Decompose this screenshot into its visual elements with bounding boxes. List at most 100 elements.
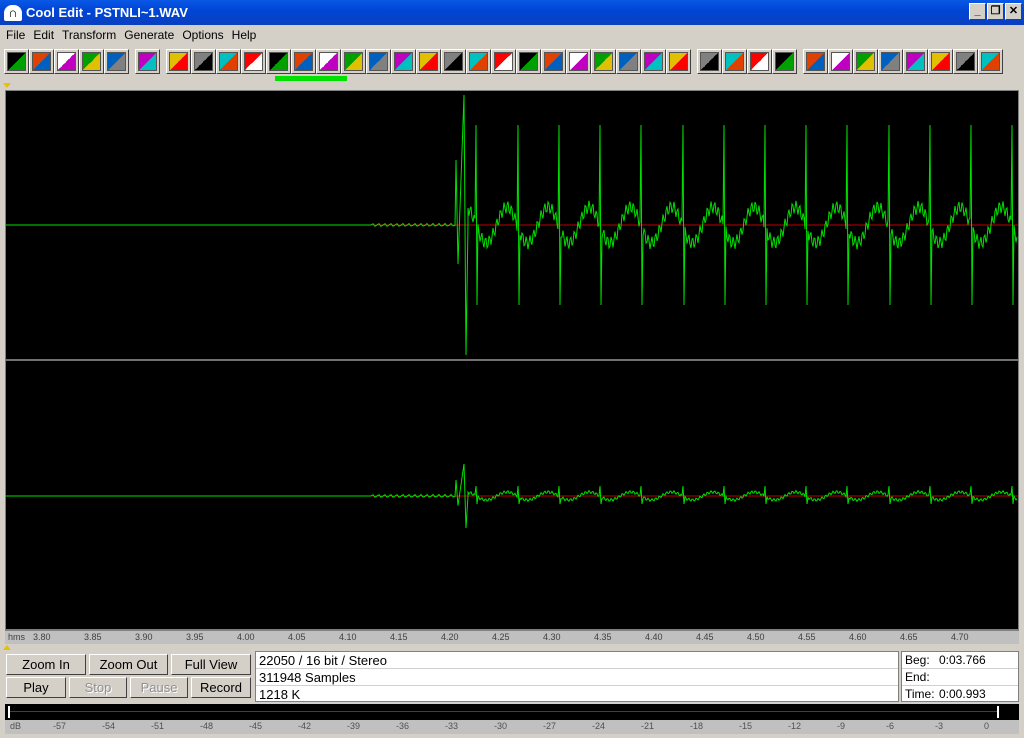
- pause-button[interactable]: Pause: [130, 677, 188, 698]
- zoom-color-tool-button[interactable]: [878, 48, 903, 74]
- menu-transform[interactable]: Transform: [58, 28, 120, 42]
- start-marker-icon[interactable]: [3, 83, 11, 88]
- menu-help[interactable]: Help: [228, 28, 261, 42]
- menu-options[interactable]: Options: [178, 28, 227, 42]
- window-title: Cool Edit - PSTNLI~1.WAV: [26, 5, 188, 20]
- end-marker-icon[interactable]: [3, 645, 11, 650]
- new-file-tool-button[interactable]: [4, 48, 29, 74]
- db-tick-label: -27: [543, 721, 557, 731]
- fx-tool-button[interactable]: [391, 48, 416, 74]
- progress-fill: [275, 76, 347, 81]
- open-file-icon: [32, 51, 51, 71]
- note-tool-button[interactable]: [241, 48, 266, 74]
- toolbar-group-1: [135, 48, 160, 74]
- fade-icon: [444, 51, 463, 71]
- selection-time-panel: Beg: 0:03.766 End: Time: 0:00.993: [901, 651, 1019, 703]
- noise-tool-button[interactable]: [191, 48, 216, 74]
- menu-file[interactable]: File: [2, 28, 29, 42]
- compress-tool-button[interactable]: [566, 48, 591, 74]
- zoom-color-icon: [881, 51, 900, 71]
- wave-icon: [669, 51, 688, 71]
- menu-generate[interactable]: Generate: [120, 28, 178, 42]
- ruler-tick-label: 4.35: [594, 632, 612, 642]
- begin-label: Beg:: [905, 653, 930, 667]
- meter-right-bracket: [997, 706, 999, 718]
- toolbar: [0, 46, 1024, 76]
- db-tick-label: -36: [396, 721, 410, 731]
- mix-paste-tool-button[interactable]: [79, 48, 104, 74]
- filter3-tool-button[interactable]: [772, 48, 797, 74]
- restore-button[interactable]: ❐: [987, 3, 1004, 20]
- zoom-out-button[interactable]: Zoom Out: [89, 654, 168, 675]
- edit-pencil-tool-button[interactable]: [135, 48, 160, 74]
- envelope-icon: [469, 51, 488, 71]
- invert-icon: [219, 51, 238, 71]
- ruler-tick-label: 4.45: [696, 632, 714, 642]
- waveform-svg: [6, 94, 1018, 529]
- stretch-tool-button[interactable]: [291, 48, 316, 74]
- open-append-icon: [107, 51, 126, 71]
- curve-tool-button[interactable]: [722, 48, 747, 74]
- invert-tool-button[interactable]: [216, 48, 241, 74]
- save-file-tool-button[interactable]: [54, 48, 79, 74]
- delay-tool-button[interactable]: [416, 48, 441, 74]
- play-button[interactable]: Play: [6, 677, 66, 698]
- stop-button[interactable]: Stop: [69, 677, 127, 698]
- db-unit: dB: [10, 721, 22, 731]
- ruler-tick-label: 4.30: [543, 632, 561, 642]
- dtmf-tool-button[interactable]: [491, 48, 516, 74]
- size-info: 1218 K: [256, 686, 898, 703]
- zoom-in-button[interactable]: Zoom In: [6, 654, 86, 675]
- noise-icon: [194, 51, 213, 71]
- marker-tool-button[interactable]: [853, 48, 878, 74]
- bend-tool-button[interactable]: [641, 48, 666, 74]
- ruler-tick-label: 4.55: [798, 632, 816, 642]
- filter2-tool-button[interactable]: [747, 48, 772, 74]
- spectrum-tool-button[interactable]: [541, 48, 566, 74]
- spectrum-icon: [544, 51, 563, 71]
- clock-tool-button[interactable]: [341, 48, 366, 74]
- level-tool-button[interactable]: [828, 48, 853, 74]
- rewind-tool-button[interactable]: [166, 48, 191, 74]
- open-append-tool-button[interactable]: [104, 48, 129, 74]
- envelope-tool-button[interactable]: [466, 48, 491, 74]
- full-view-button[interactable]: Full View: [171, 654, 251, 675]
- wave-tool-button[interactable]: [666, 48, 691, 74]
- level-icon: [831, 51, 850, 71]
- begin-row: Beg: 0:03.766: [902, 652, 1018, 669]
- record-button[interactable]: Record: [191, 677, 251, 698]
- ruler-tick-label: 4.25: [492, 632, 510, 642]
- db-tick-label: -18: [690, 721, 704, 731]
- level-meter: [5, 704, 1019, 720]
- cursor-tool-button[interactable]: [903, 48, 928, 74]
- ducks-tool-button[interactable]: [316, 48, 341, 74]
- filter-tool-button[interactable]: [516, 48, 541, 74]
- ruler-tick-label: 4.10: [339, 632, 357, 642]
- black-dot-tool-button[interactable]: [266, 48, 291, 74]
- loop-icon: [806, 51, 825, 71]
- vol-tool-button[interactable]: [697, 48, 722, 74]
- help-tool-button[interactable]: [953, 48, 978, 74]
- ruler-tick-label: 3.90: [135, 632, 153, 642]
- menu-edit[interactable]: Edit: [29, 28, 58, 42]
- mesh-tool-button[interactable]: [616, 48, 641, 74]
- noise-gen-tool-button[interactable]: [591, 48, 616, 74]
- db-tick-label: -48: [200, 721, 214, 731]
- close-button[interactable]: ✕: [1005, 3, 1022, 20]
- toolbar-group-0: [4, 48, 129, 74]
- cd-tool-button[interactable]: [978, 48, 1003, 74]
- db-tick-label: 0: [984, 721, 990, 731]
- db-tick-label: -39: [347, 721, 361, 731]
- loop-tool-button[interactable]: [803, 48, 828, 74]
- rewind-icon: [169, 51, 188, 71]
- ruler-tick-label: 4.40: [645, 632, 663, 642]
- waveform-display[interactable]: [5, 90, 1019, 630]
- minimize-button[interactable]: _: [969, 3, 986, 20]
- ruler-tick-label: 4.60: [849, 632, 867, 642]
- pattern-tool-button[interactable]: [366, 48, 391, 74]
- notes-tool-button[interactable]: [928, 48, 953, 74]
- compress-icon: [569, 51, 588, 71]
- fade-tool-button[interactable]: [441, 48, 466, 74]
- open-file-tool-button[interactable]: [29, 48, 54, 74]
- db-scale: dB -57 -54 -51 -48 -45 -42 -39 -36 -33 -30 -27 -24-…: [5, 720, 1019, 734]
